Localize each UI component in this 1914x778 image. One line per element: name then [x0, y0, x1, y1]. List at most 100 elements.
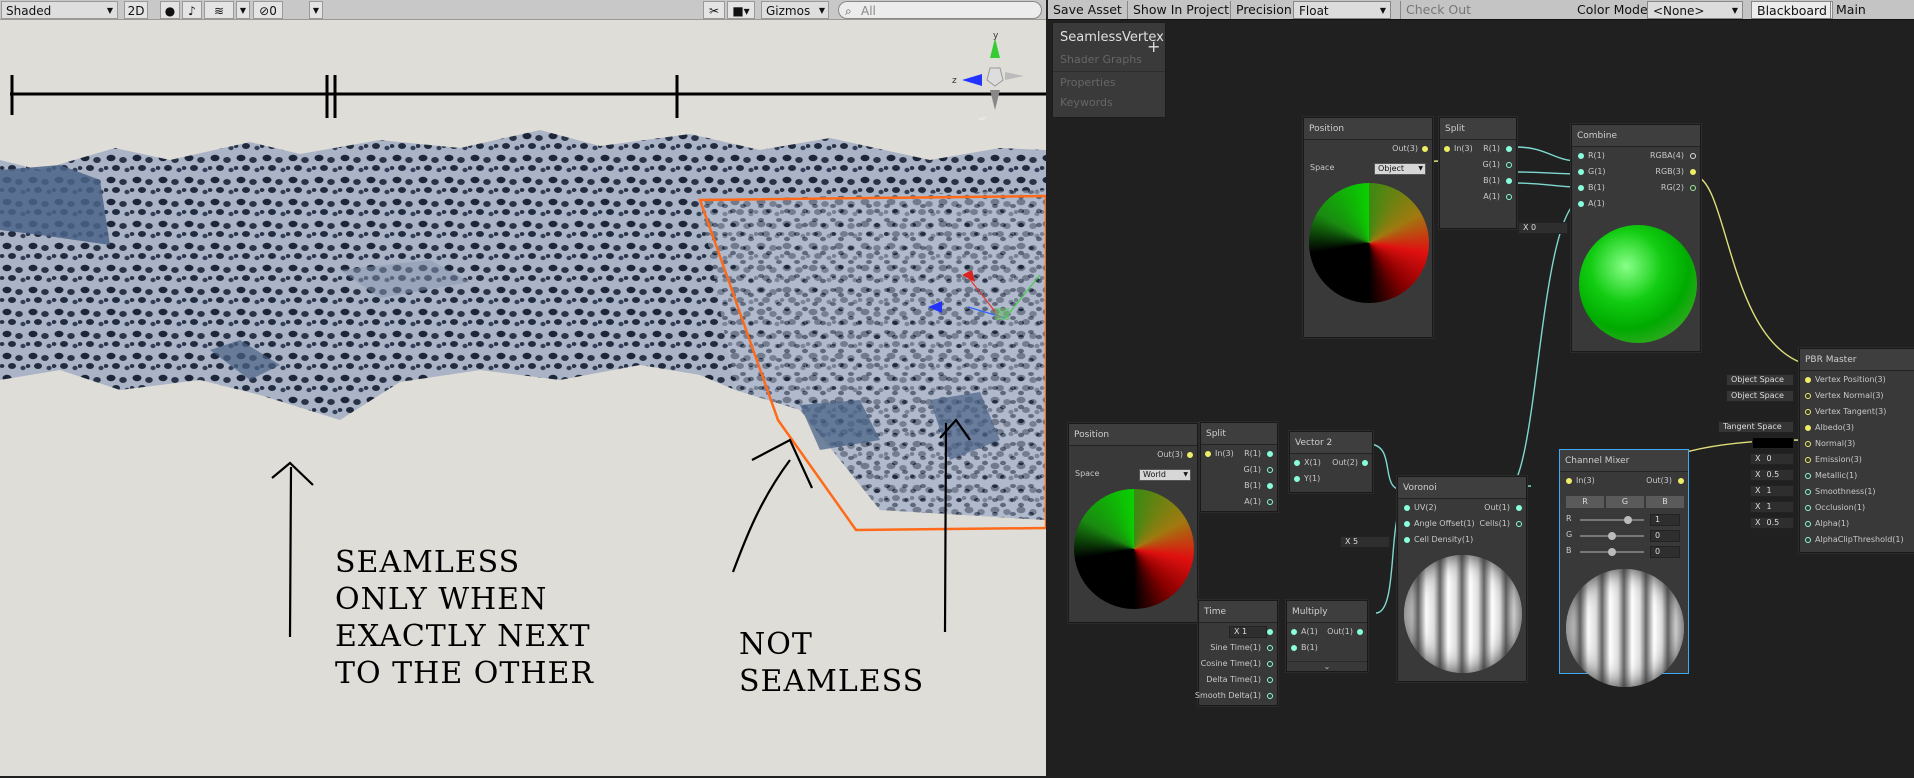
- output-port[interactable]: [1516, 505, 1522, 511]
- input-port[interactable]: [1805, 457, 1811, 463]
- output-port[interactable]: [1267, 661, 1273, 667]
- mixer-row-g[interactable]: G0: [1566, 530, 1684, 542]
- blackboard-toggle[interactable]: Blackboard: [1751, 1, 1833, 19]
- grid-dropdown-icon[interactable]: ▼: [309, 1, 323, 19]
- audio-icon[interactable]: ♪: [182, 1, 202, 19]
- scalar-default-field[interactable]: X1: [1750, 485, 1794, 497]
- scalar-default-field[interactable]: X0: [1750, 453, 1794, 465]
- split-bottom-node[interactable]: Split In(3) R(1) G(1) B(1) A(1): [1200, 422, 1278, 512]
- vector2-node[interactable]: Vector 2 X(1) Y(1) Out(2): [1289, 431, 1373, 493]
- mixer-slider-handle[interactable]: [1608, 548, 1616, 556]
- scalar-default-field[interactable]: X1: [1750, 501, 1794, 513]
- effects-icon[interactable]: ≋: [204, 1, 234, 19]
- output-port[interactable]: [1516, 521, 1522, 527]
- input-port[interactable]: [1805, 521, 1811, 527]
- shader-graph-canvas[interactable]: SeamlessVertexDis + Shader Graphs Proper…: [1048, 20, 1914, 778]
- mode-2d-button[interactable]: 2D: [124, 1, 148, 19]
- mixer-value-field[interactable]: 1: [1650, 514, 1680, 526]
- input-port[interactable]: [1578, 185, 1584, 191]
- output-port[interactable]: [1267, 483, 1273, 489]
- channel-tab-r[interactable]: R: [1566, 496, 1604, 508]
- input-port[interactable]: [1291, 645, 1297, 651]
- output-port[interactable]: [1690, 169, 1696, 175]
- shading-mode-dropdown[interactable]: Shaded ▼: [1, 1, 118, 19]
- input-port[interactable]: [1404, 521, 1410, 527]
- input-port[interactable]: [1578, 153, 1584, 159]
- camera-icon[interactable]: ■▾: [727, 1, 755, 19]
- mixer-value-field[interactable]: 0: [1650, 546, 1680, 558]
- cell-density-field[interactable]: X 5: [1340, 536, 1390, 548]
- mixer-slider[interactable]: [1580, 516, 1644, 524]
- channel-tab-g[interactable]: G: [1606, 496, 1644, 508]
- output-port[interactable]: [1506, 178, 1512, 184]
- input-port[interactable]: [1578, 169, 1584, 175]
- input-port[interactable]: [1805, 377, 1811, 383]
- tools-icon[interactable]: ✂: [703, 1, 725, 19]
- gizmos-dropdown[interactable]: Gizmos ▼: [761, 1, 829, 19]
- output-port[interactable]: [1187, 452, 1193, 458]
- input-port[interactable]: [1205, 451, 1211, 457]
- output-port[interactable]: [1267, 451, 1273, 457]
- output-port[interactable]: [1506, 162, 1512, 168]
- input-port[interactable]: [1805, 537, 1811, 543]
- mixer-slider-handle[interactable]: [1624, 516, 1632, 524]
- output-port[interactable]: [1690, 185, 1696, 191]
- vertex-tangent-space[interactable]: Object Space: [1726, 390, 1794, 402]
- mixer-row-b[interactable]: B0: [1566, 546, 1684, 558]
- output-port[interactable]: [1678, 478, 1684, 484]
- main-preview-toggle[interactable]: Main Preview: [1830, 1, 1914, 35]
- input-port[interactable]: [1805, 409, 1811, 415]
- split-top-node[interactable]: Split In(3) R(1) G(1) B(1) A(1): [1439, 117, 1517, 229]
- lighting-icon[interactable]: ●: [160, 1, 180, 19]
- output-port[interactable]: [1357, 629, 1363, 635]
- input-port[interactable]: [1805, 489, 1811, 495]
- mixer-row-r[interactable]: R1: [1566, 514, 1684, 526]
- emission-color-swatch[interactable]: [1752, 437, 1794, 449]
- input-port[interactable]: [1294, 476, 1300, 482]
- mixer-slider-handle[interactable]: [1608, 532, 1616, 540]
- mixer-value-field[interactable]: 0: [1650, 530, 1680, 542]
- input-port[interactable]: [1578, 201, 1584, 207]
- hidden-objects-toggle[interactable]: ⊘0: [253, 1, 283, 19]
- mixer-slider[interactable]: [1580, 548, 1644, 556]
- scene-search-input[interactable]: ⌕ All: [838, 1, 1042, 19]
- input-port[interactable]: [1294, 460, 1300, 466]
- pbr-master-node[interactable]: PBR Master Vertex Position(3) Vertex Norm…: [1799, 348, 1914, 553]
- scene-orientation-gizmo[interactable]: y z ≪: [950, 30, 1040, 120]
- input-port[interactable]: [1805, 505, 1811, 511]
- input-port[interactable]: [1805, 441, 1811, 447]
- check-out-button[interactable]: Check Out: [1400, 1, 1476, 19]
- input-port[interactable]: [1805, 393, 1811, 399]
- scalar-default-field[interactable]: X 0.5: [1750, 517, 1794, 529]
- input-port[interactable]: [1291, 629, 1297, 635]
- keywords-section[interactable]: Keywords: [1060, 96, 1113, 109]
- input-port[interactable]: [1805, 425, 1811, 431]
- color-mode-dropdown[interactable]: <None> ▼: [1647, 1, 1743, 19]
- add-property-icon[interactable]: +: [1147, 37, 1160, 56]
- mixer-slider[interactable]: [1580, 532, 1644, 540]
- output-port[interactable]: [1362, 460, 1368, 466]
- output-port[interactable]: [1506, 146, 1512, 152]
- output-port[interactable]: [1267, 645, 1273, 651]
- output-port[interactable]: [1267, 499, 1273, 505]
- input-port[interactable]: [1404, 505, 1410, 511]
- scalar-default-field[interactable]: X 0.5: [1750, 469, 1794, 481]
- show-in-project-button[interactable]: Show In Project: [1127, 1, 1234, 19]
- normal-space[interactable]: Tangent Space: [1718, 421, 1794, 433]
- output-port[interactable]: [1506, 194, 1512, 200]
- input-port[interactable]: [1404, 537, 1410, 543]
- scene-view[interactable]: SEAMLESS ONLY WHEN EXACTLY NEXT TO THE O…: [0, 20, 1046, 776]
- channel-mixer-node[interactable]: Channel Mixer In(3) Out(3) R G B R1G0B0: [1559, 449, 1689, 687]
- output-port[interactable]: [1267, 677, 1273, 683]
- input-port[interactable]: [1566, 478, 1572, 484]
- time-scale-field[interactable]: X 1: [1229, 626, 1267, 638]
- position-world-node[interactable]: Position Out(3) Space World ▼: [1068, 423, 1198, 623]
- time-node[interactable]: Time X 1 Sine Time(1) Cosine Time(1) Del…: [1195, 600, 1278, 706]
- input-port[interactable]: [1805, 473, 1811, 479]
- output-port[interactable]: [1267, 629, 1273, 635]
- position-object-node[interactable]: Position Out(3) Space Object ▼: [1303, 117, 1433, 338]
- voronoi-node[interactable]: Voronoi UV(2) Angle Offset(1) Cell Densi…: [1397, 476, 1527, 682]
- precision-dropdown[interactable]: Float ▼: [1293, 1, 1391, 19]
- effects-dropdown-icon[interactable]: ▼: [236, 1, 250, 19]
- combine-node[interactable]: Combine R(1) G(1) B(1) A(1) RGBA(4) RGB(…: [1571, 124, 1701, 352]
